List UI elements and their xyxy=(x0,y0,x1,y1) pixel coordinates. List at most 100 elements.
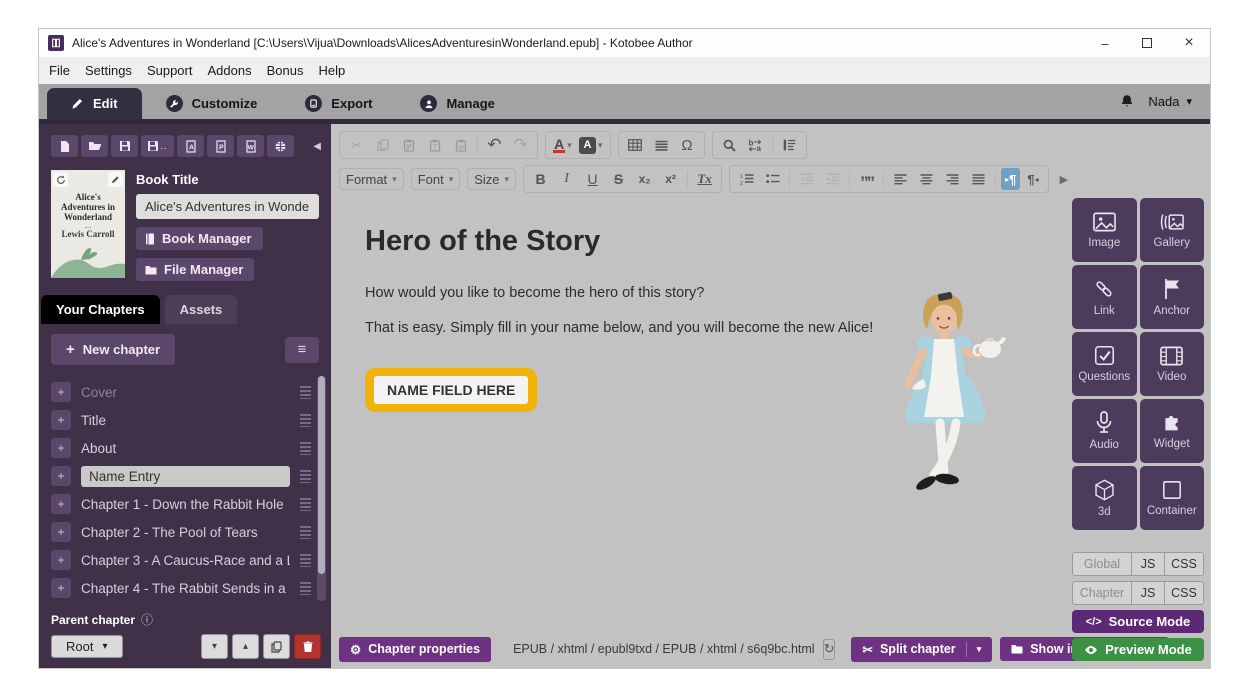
rotate-cover-icon[interactable] xyxy=(53,172,68,187)
add-subchapter-button[interactable]: + xyxy=(51,466,71,486)
open-book-button[interactable] xyxy=(81,135,108,157)
preview-mode-button[interactable]: Preview Mode xyxy=(1072,638,1204,661)
insert-widget-button[interactable]: Widget xyxy=(1140,399,1205,463)
strikethrough-button[interactable]: S xyxy=(607,168,630,190)
book-title-input[interactable]: Alice's Adventures in Wonde xyxy=(136,194,319,219)
drag-handle[interactable] xyxy=(300,554,311,567)
insert-3d-button[interactable]: 3d xyxy=(1072,466,1137,530)
drag-handle[interactable] xyxy=(300,470,311,483)
drag-handle[interactable] xyxy=(300,386,311,399)
publish-web-button[interactable] xyxy=(267,135,294,157)
paste-as-text-button[interactable]: T xyxy=(423,134,446,156)
chapter-row[interactable]: + Chapter 5 - Advice from a Caterpillar xyxy=(51,602,311,605)
tab-manage[interactable]: Manage xyxy=(396,88,518,119)
document-content[interactable]: Hero of the Story How would you like to … xyxy=(331,199,1069,637)
chapter-row[interactable]: + Chapter 3 - A Caucus-Race and a Long T xyxy=(51,546,311,574)
align-left-button[interactable] xyxy=(889,168,912,190)
user-menu[interactable]: Nada ▾ xyxy=(1148,94,1192,109)
drag-handle[interactable] xyxy=(300,414,311,427)
numbered-list-button[interactable]: 12 xyxy=(735,168,758,190)
insert-questions-button[interactable]: Questions xyxy=(1072,332,1137,396)
format-dropdown[interactable]: Format ▾ xyxy=(339,168,404,190)
align-justify-button[interactable] xyxy=(967,168,990,190)
source-mode-button[interactable]: </> Source Mode xyxy=(1072,610,1204,633)
delete-chapter-button[interactable] xyxy=(294,634,321,659)
font-dropdown[interactable]: Font ▾ xyxy=(411,168,461,190)
drag-handle[interactable] xyxy=(300,498,311,511)
chapter-row[interactable]: + About xyxy=(51,434,311,462)
subscript-button[interactable]: x₂ xyxy=(633,168,656,190)
undo-button[interactable]: ↶ xyxy=(483,134,506,156)
underline-button[interactable]: U xyxy=(581,168,604,190)
add-subchapter-button[interactable]: + xyxy=(51,382,71,402)
bullet-list-button[interactable] xyxy=(761,168,784,190)
insert-horizontal-line-button[interactable] xyxy=(650,134,673,156)
export-pdf-button[interactable]: A xyxy=(177,135,204,157)
chapter-row[interactable]: + Title xyxy=(51,406,311,434)
global-css-button[interactable]: CSS xyxy=(1165,552,1204,576)
move-chapter-down-button[interactable]: ▾ xyxy=(201,634,228,659)
chapter-row[interactable]: + Chapter 1 - Down the Rabbit Hole xyxy=(51,490,311,518)
add-subchapter-button[interactable]: + xyxy=(51,578,71,598)
tab-assets[interactable]: Assets xyxy=(165,295,238,324)
add-subchapter-button[interactable]: + xyxy=(51,410,71,430)
copy-button[interactable] xyxy=(371,134,394,156)
edit-cover-icon[interactable] xyxy=(108,172,123,187)
refresh-path-button[interactable]: ↻ xyxy=(823,639,836,660)
new-book-button[interactable] xyxy=(51,135,78,157)
add-subchapter-button[interactable]: + xyxy=(51,438,71,458)
insert-table-button[interactable] xyxy=(624,134,647,156)
chapter-css-button[interactable]: CSS xyxy=(1165,581,1204,605)
close-button[interactable]: × xyxy=(1168,29,1210,57)
insert-gallery-button[interactable]: Gallery xyxy=(1140,198,1205,262)
add-subchapter-button[interactable]: + xyxy=(51,494,71,514)
text-color-button[interactable]: A ▾ xyxy=(551,134,574,156)
tab-edit[interactable]: Edit xyxy=(47,88,142,119)
chapter-list-menu-button[interactable]: ≡ xyxy=(285,337,319,363)
menu-item[interactable]: Help xyxy=(318,63,345,78)
menu-item[interactable]: File xyxy=(49,63,70,78)
paste-button[interactable] xyxy=(397,134,420,156)
align-center-button[interactable] xyxy=(915,168,938,190)
paste-from-word-button[interactable]: W xyxy=(449,134,472,156)
insert-anchor-button[interactable]: Anchor xyxy=(1140,265,1205,329)
add-subchapter-button[interactable]: + xyxy=(51,550,71,570)
chapter-list-scrollbar[interactable] xyxy=(317,376,326,601)
blockquote-button[interactable]: ”” xyxy=(855,168,878,190)
tab-your-chapters[interactable]: Your Chapters xyxy=(41,295,160,324)
collapse-sidebar-icon[interactable]: ◀ xyxy=(313,141,321,152)
split-chapter-button[interactable]: ✂ Split chapter ▾ xyxy=(851,637,992,662)
name-field-placeholder[interactable]: NAME FIELD HERE xyxy=(374,376,528,404)
insert-container-button[interactable]: Container xyxy=(1140,466,1205,530)
minimize-button[interactable]: – xyxy=(1084,29,1126,57)
chapter-row[interactable]: + Name Entry xyxy=(51,462,311,490)
chapter-row[interactable]: + Chapter 4 - The Rabbit Sends in a Litt… xyxy=(51,574,311,602)
menu-item[interactable]: Bonus xyxy=(267,63,304,78)
cut-button[interactable]: ✂ xyxy=(345,134,368,156)
special-character-button[interactable]: Ω xyxy=(676,134,699,156)
italic-button[interactable]: I xyxy=(555,168,578,190)
align-right-button[interactable] xyxy=(941,168,964,190)
size-dropdown[interactable]: Size ▾ xyxy=(467,168,516,190)
global-js-button[interactable]: JS xyxy=(1132,552,1165,576)
save-as-button[interactable]: .. xyxy=(141,135,174,157)
export-powerpoint-button[interactable]: P xyxy=(207,135,234,157)
insert-image-button[interactable]: Image xyxy=(1072,198,1137,262)
text-direction-ltr-button[interactable]: ▸ ¶ xyxy=(1001,168,1020,190)
chapter-properties-button[interactable]: ⚙ Chapter properties xyxy=(339,637,491,662)
drag-handle[interactable] xyxy=(300,442,311,455)
drag-handle[interactable] xyxy=(300,526,311,539)
info-icon[interactable]: ⓘ xyxy=(141,611,153,628)
scrollbar-thumb[interactable] xyxy=(318,376,325,574)
book-manager-button[interactable]: Book Manager xyxy=(136,227,263,250)
save-button[interactable] xyxy=(111,135,138,157)
insert-video-button[interactable]: Video xyxy=(1140,332,1205,396)
decrease-indent-button[interactable] xyxy=(795,168,818,190)
superscript-button[interactable]: x² xyxy=(659,168,682,190)
insert-audio-button[interactable]: Audio xyxy=(1072,399,1137,463)
toolbar-expand-icon[interactable]: ▶ xyxy=(1060,173,1068,186)
tab-export[interactable]: Export xyxy=(281,88,396,119)
chapter-row[interactable]: + Cover xyxy=(51,378,311,406)
new-chapter-button[interactable]: + New chapter xyxy=(51,334,175,365)
replace-button[interactable]: ba xyxy=(744,134,767,156)
